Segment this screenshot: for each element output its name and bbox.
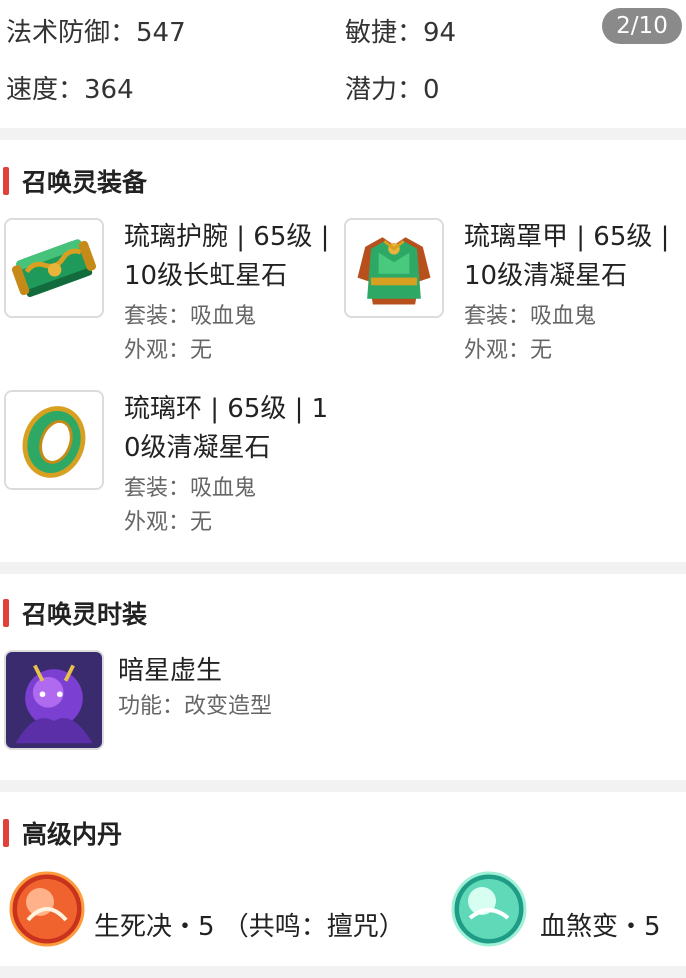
costume-item[interactable]: 暗星虚生 功能：改变造型 xyxy=(4,650,404,754)
section-accent-bar xyxy=(3,599,9,627)
dark-star-costume-icon xyxy=(4,650,104,750)
item-appearance: 外观：无 xyxy=(124,338,213,363)
jade-armor-icon xyxy=(344,218,444,318)
stat-speed: 速度：364 xyxy=(6,75,134,105)
inner-core-section-title: 高级内丹 xyxy=(0,816,122,850)
equipment-item-armor[interactable]: 琉璃罩甲 | 65级 | 10级清凝星石 套装：吸血鬼 外观：无 xyxy=(344,218,684,368)
equipment-title: 召唤灵装备 xyxy=(22,168,148,197)
section-divider xyxy=(0,966,686,978)
fire-core-icon xyxy=(6,868,88,950)
costume-function: 功能：改变造型 xyxy=(118,694,273,719)
inner-core-label: 血煞变・5 xyxy=(540,912,661,942)
item-set: 套装：吸血鬼 xyxy=(464,304,597,329)
section-accent-bar xyxy=(3,819,9,847)
inner-core-title: 高级内丹 xyxy=(22,820,123,849)
jade-bracer-icon xyxy=(4,218,104,318)
stat-agility: 敏捷：94 xyxy=(345,18,457,48)
item-name: 琉璃护腕 | 65级 | 10级长虹星石 xyxy=(124,222,330,291)
water-core-icon xyxy=(448,868,530,950)
stat-potential: 潜力：0 xyxy=(345,75,440,105)
section-divider xyxy=(0,780,686,792)
section-divider xyxy=(0,128,686,140)
equipment-item-bracer[interactable]: 琉璃护腕 | 65级 | 10级长虹星石 套装：吸血鬼 外观：无 xyxy=(4,218,334,368)
item-set: 套装：吸血鬼 xyxy=(124,304,257,329)
stat-magic-defense: 法术防御：547 xyxy=(6,18,186,48)
costume-title: 召唤灵时装 xyxy=(22,600,148,629)
item-name: 琉璃环 | 65级 | 10级清凝星石 xyxy=(124,394,329,463)
equipment-item-ring[interactable]: 琉璃环 | 65级 | 10级清凝星石 套装：吸血鬼 外观：无 xyxy=(4,390,334,540)
stats-panel: 法术防御：547 敏捷：94 速度：364 潜力：0 2/10 xyxy=(0,0,686,128)
item-name: 琉璃罩甲 | 65级 | 10级清凝星石 xyxy=(464,222,670,291)
page-indicator-badge[interactable]: 2/10 xyxy=(602,8,682,44)
item-set: 套装：吸血鬼 xyxy=(124,476,257,501)
section-divider xyxy=(0,562,686,574)
equipment-section-title: 召唤灵装备 xyxy=(0,164,147,198)
inner-core-item-1[interactable]: 生死决・5 （共鸣：擅咒） xyxy=(0,862,440,962)
section-accent-bar xyxy=(3,167,9,195)
jade-ring-icon xyxy=(4,390,104,490)
costume-section-title: 召唤灵时装 xyxy=(0,596,147,630)
inner-core-label: 生死决・5 （共鸣：擅咒） xyxy=(94,912,405,942)
costume-name: 暗星虚生 xyxy=(118,656,223,686)
item-appearance: 外观：无 xyxy=(464,338,553,363)
item-appearance: 外观：无 xyxy=(124,510,213,535)
inner-core-item-2[interactable]: 血煞变・5 xyxy=(440,862,686,962)
